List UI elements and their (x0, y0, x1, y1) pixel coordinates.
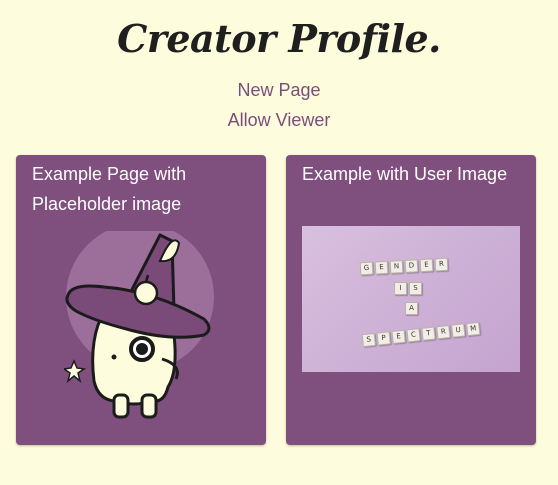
letter-tile: P (376, 331, 391, 346)
letter-tile: A (405, 302, 418, 315)
page-card-user-image[interactable]: Example with User Image GENDER IS A SPEC… (286, 155, 536, 445)
letter-tile: N (389, 260, 404, 274)
letter-tile: C (406, 328, 421, 343)
page-card-placeholder[interactable]: Example Page with Placeholder image (16, 155, 266, 445)
letter-tile: E (374, 260, 389, 275)
card-title: Example with User Image (302, 164, 508, 184)
page-title: Creator Profile. (117, 16, 441, 61)
letter-tile: E (419, 258, 434, 273)
tile-word: SPECTRUM (361, 321, 481, 348)
letter-tile: M (466, 321, 481, 337)
tile-word: IS (394, 282, 422, 295)
letter-tile: S (409, 282, 422, 295)
letter-tile: S (361, 332, 376, 348)
letter-tile: R (434, 257, 449, 272)
letter-tile: E (391, 329, 406, 344)
tile-word: GENDER (359, 257, 449, 276)
letter-tile: R (436, 325, 451, 340)
letter-tile: T (421, 326, 436, 341)
new-page-link[interactable]: New Page (0, 80, 558, 101)
card-title: Example Page with Placeholder image (32, 164, 187, 214)
letter-tile: I (394, 282, 407, 295)
letter-tile: G (359, 261, 374, 276)
letter-tiles-photo: GENDER IS A SPECTRUM (302, 226, 520, 372)
tile-word: A (405, 302, 418, 315)
allow-viewer-link[interactable]: Allow Viewer (0, 110, 558, 131)
letter-tile: U (451, 323, 466, 338)
letter-tile: D (404, 259, 419, 273)
placeholder-illustration (64, 231, 214, 419)
